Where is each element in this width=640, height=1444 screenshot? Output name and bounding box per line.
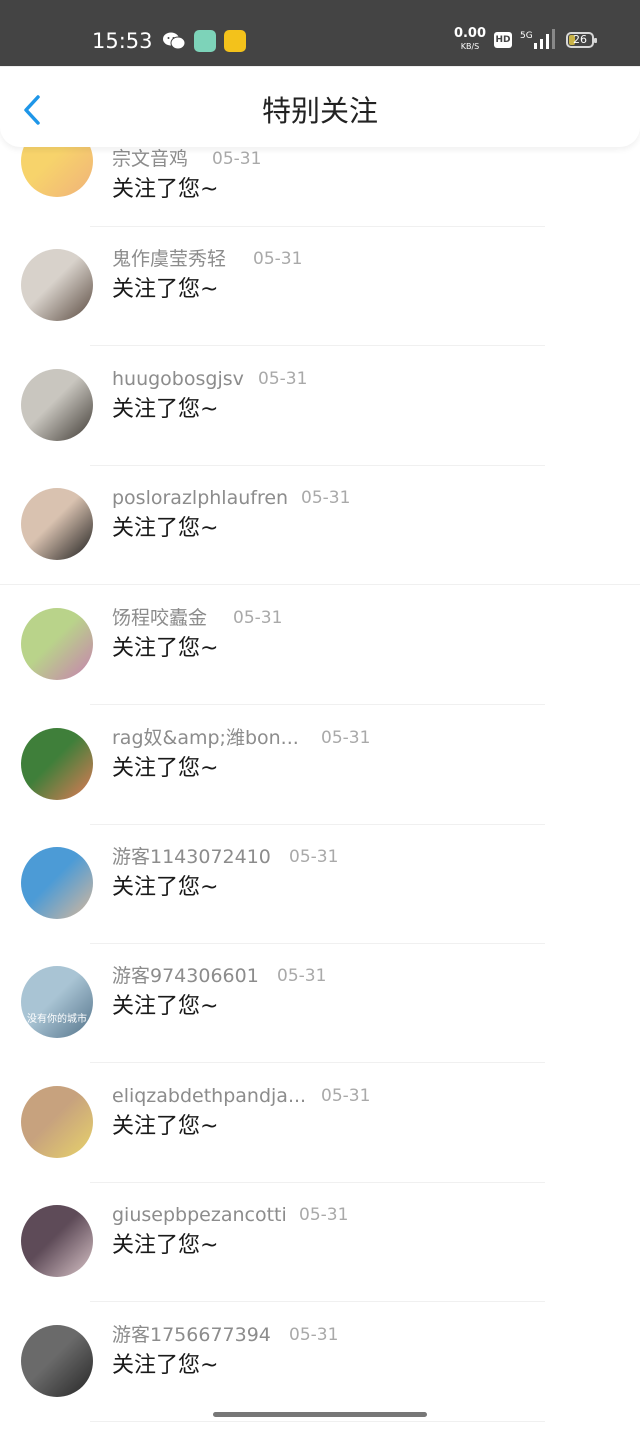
follow-message: 关注了您~ — [112, 1114, 219, 1139]
list-item[interactable]: rag奴&amp;潍bon... 05-31 关注了您~ — [0, 727, 640, 847]
follow-message: 关注了您~ — [112, 177, 219, 202]
avatar[interactable] — [21, 1205, 93, 1277]
follow-date: 05-31 — [289, 1325, 339, 1345]
avatar[interactable] — [21, 1325, 93, 1397]
follow-date: 05-31 — [299, 1205, 349, 1225]
avatar[interactable] — [21, 1086, 93, 1158]
avatar[interactable] — [21, 847, 93, 919]
user-name[interactable]: 鬼作虞莹秀轻 — [112, 244, 226, 274]
follow-date: 05-31 — [289, 847, 339, 867]
divider — [0, 584, 640, 585]
svg-text:5G: 5G — [520, 31, 533, 41]
app-notification-icon — [194, 30, 216, 52]
list-item[interactable]: 游客1756677394 05-31 关注了您~ — [0, 1324, 640, 1444]
avatar[interactable] — [21, 249, 93, 321]
follow-date: 05-31 — [258, 369, 308, 389]
network-speed: 0.00 KB/S — [453, 26, 487, 51]
user-name[interactable]: 游客1756677394 — [112, 1320, 271, 1350]
divider — [90, 345, 545, 346]
battery-icon: 26 — [566, 32, 597, 48]
divider — [90, 1301, 545, 1302]
follow-date: 05-31 — [212, 149, 262, 169]
status-time: 15:53 — [92, 29, 153, 53]
list-item[interactable]: eliqzabdethpandja... 05-31 关注了您~ — [0, 1085, 640, 1205]
list-item[interactable]: poslorazlphlaufren 05-31 关注了您~ — [0, 487, 640, 607]
follow-date: 05-31 — [253, 249, 303, 269]
avatar[interactable] — [21, 728, 93, 800]
follow-date: 05-31 — [301, 488, 351, 508]
status-bar: 15:53 0.00 KB/S HD 5G 26 — [0, 0, 640, 66]
avatar[interactable]: 没有你的城市 — [21, 966, 93, 1038]
list-item[interactable]: 游客1143072410 05-31 关注了您~ — [0, 846, 640, 966]
user-name[interactable]: 游客974306601 — [112, 961, 259, 991]
follow-message: 关注了您~ — [112, 756, 219, 781]
follow-message: 关注了您~ — [112, 277, 219, 302]
follow-message: 关注了您~ — [112, 516, 219, 541]
user-name[interactable]: huugobosgjsv — [112, 364, 244, 394]
follow-message: 关注了您~ — [112, 875, 219, 900]
app-notification-icon-2 — [224, 30, 246, 52]
list-item[interactable]: 饧程咬蠹金 05-31 关注了您~ — [0, 607, 640, 727]
follow-message: 关注了您~ — [112, 994, 219, 1019]
follow-date: 05-31 — [321, 1086, 371, 1106]
follow-message: 关注了您~ — [112, 636, 219, 661]
divider — [90, 704, 545, 705]
divider — [90, 824, 545, 825]
user-name[interactable]: poslorazlphlaufren — [112, 483, 288, 513]
list-item[interactable]: huugobosgjsv 05-31 关注了您~ — [0, 368, 640, 488]
list-item[interactable]: 鬼作虞莹秀轻 05-31 关注了您~ — [0, 248, 640, 368]
divider — [90, 465, 545, 466]
follow-date: 05-31 — [277, 966, 327, 986]
divider — [90, 226, 545, 227]
list-item[interactable]: giusepbpezancotti 05-31 关注了您~ — [0, 1204, 640, 1324]
follow-date: 05-31 — [233, 608, 283, 628]
follow-date: 05-31 — [321, 728, 371, 748]
user-name[interactable]: 游客1143072410 — [112, 842, 271, 872]
avatar[interactable] — [21, 608, 93, 680]
home-indicator[interactable] — [213, 1412, 427, 1417]
signal-icon: 5G — [520, 29, 555, 49]
hd-icon: HD — [494, 32, 512, 48]
avatar[interactable] — [21, 369, 93, 441]
user-name[interactable]: 饧程咬蠹金 — [112, 603, 207, 633]
follow-message: 关注了您~ — [112, 397, 219, 422]
divider — [90, 1182, 545, 1183]
avatar[interactable] — [21, 488, 93, 560]
user-name[interactable]: 宗文音鸡 — [112, 144, 188, 174]
header-bar: 特别关注 — [0, 66, 640, 147]
user-name[interactable]: giusepbpezancotti — [112, 1200, 287, 1230]
list-item[interactable]: 没有你的城市 游客974306601 05-31 关注了您~ — [0, 965, 640, 1085]
page-title: 特别关注 — [261, 94, 378, 128]
user-name[interactable]: rag奴&amp;潍bon... — [112, 723, 299, 753]
follow-message: 关注了您~ — [112, 1353, 219, 1378]
avatar-caption: 没有你的城市 — [27, 1014, 87, 1025]
user-name[interactable]: eliqzabdethpandja... — [112, 1081, 306, 1111]
follow-message: 关注了您~ — [112, 1233, 219, 1258]
divider — [90, 1062, 545, 1063]
divider — [90, 943, 545, 944]
wechat-icon — [163, 32, 185, 50]
